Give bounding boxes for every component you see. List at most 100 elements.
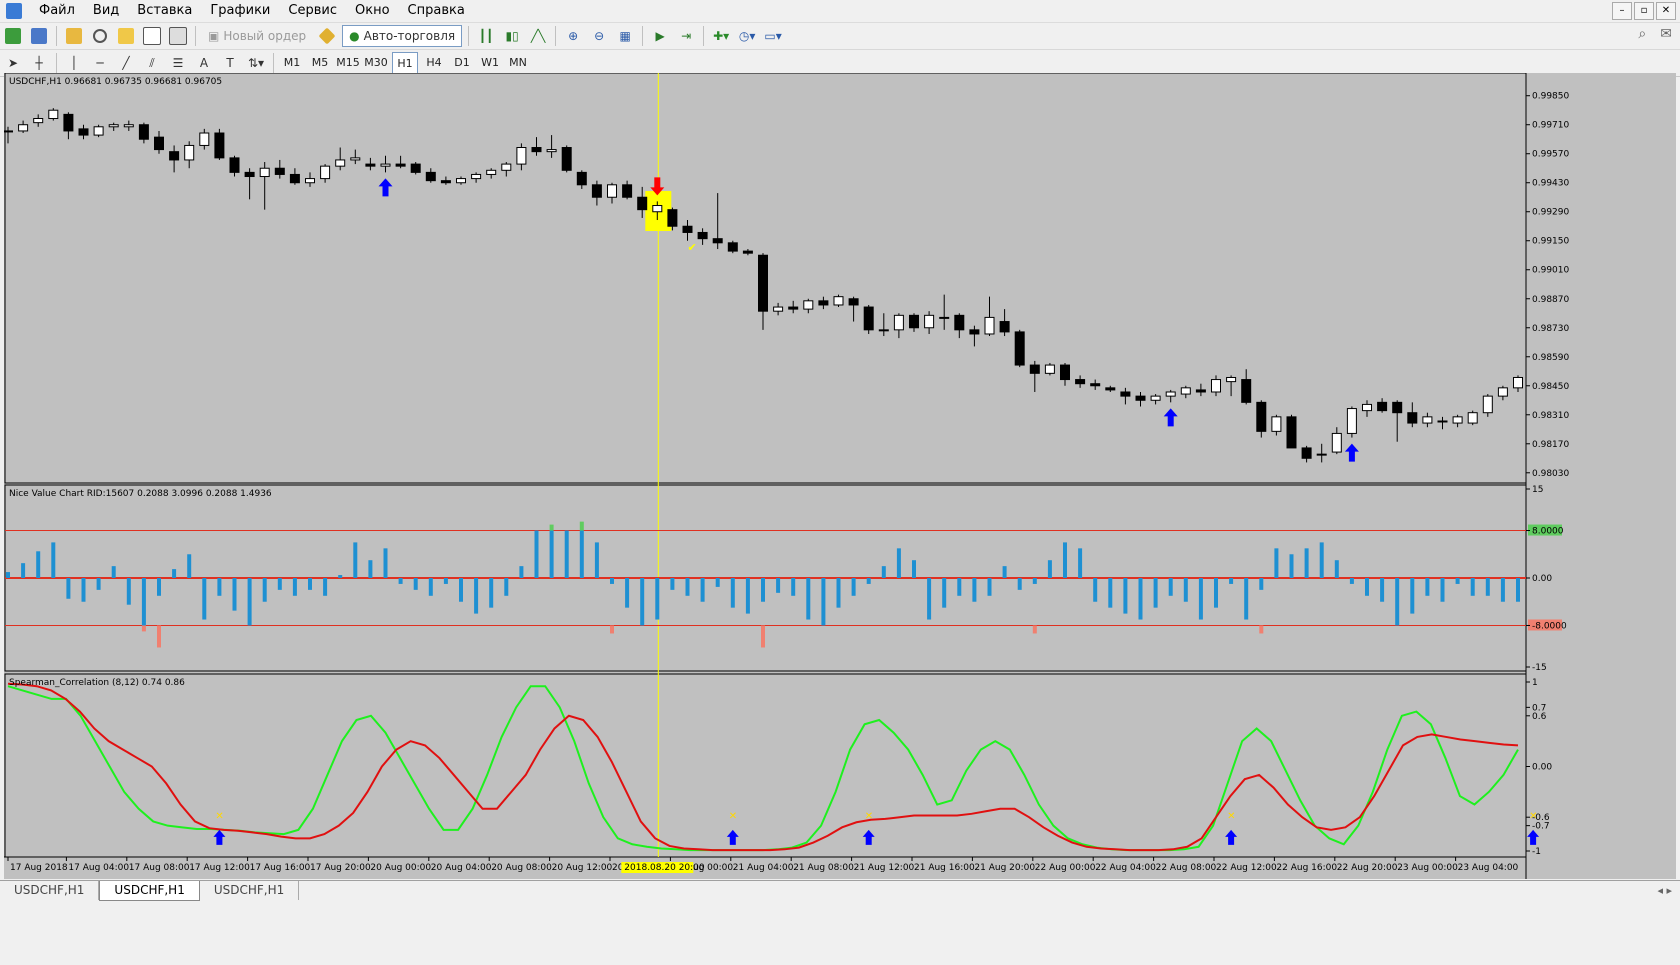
vertical-line-tool[interactable]: │ [63, 53, 85, 73]
timeframe-m15[interactable]: M15 [336, 52, 360, 72]
price-tick-label: 0.98450 [1532, 382, 1569, 392]
chart-background [4, 73, 1676, 879]
timeframe-m30[interactable]: M30 [364, 52, 388, 72]
chart-shift-button[interactable]: ⇥ [675, 26, 697, 46]
menu-item[interactable]: Вставка [128, 0, 201, 22]
tab-scroll-arrows[interactable]: ◂ ▸ [1657, 884, 1672, 897]
bar-chart-button[interactable]: ┃┃ [475, 26, 497, 46]
toolbar-separator [468, 26, 470, 46]
candle-body [1271, 416, 1282, 432]
data-window-button[interactable] [89, 26, 111, 46]
metaeditor-button[interactable] [316, 26, 338, 46]
menu-item[interactable]: Сервис [279, 0, 346, 22]
time-tick-label: 21 Aug 08:00 [793, 863, 854, 873]
chart-tab[interactable]: USDCHF,H1 [200, 881, 300, 900]
histogram-bar [126, 578, 131, 605]
profiles-icon [31, 28, 47, 44]
candle-body [1211, 379, 1221, 393]
histogram-bar-over [579, 521, 584, 531]
tile-windows-button[interactable]: ▦ [614, 26, 636, 46]
chart-window[interactable]: ✔ 0.99850 0.99710 0.99570 0.99430 0.99290 0.99… [4, 73, 1676, 879]
price-tick-label: 0.98730 [1532, 324, 1569, 334]
time-tick-label: 22 Aug 08:00 [1156, 863, 1217, 873]
auto-scroll-button[interactable]: ▶ [649, 26, 671, 46]
timeframe-m5[interactable]: M5 [308, 52, 332, 72]
timeframe-w1[interactable]: W1 [478, 52, 502, 72]
arrows-tool[interactable]: ⇅▾ [245, 53, 267, 73]
market-watch-button[interactable] [63, 26, 85, 46]
text-tool[interactable]: A [193, 53, 215, 73]
candle-body [289, 173, 300, 184]
chart-tab[interactable]: USDCHF,H1 [0, 881, 100, 900]
histogram-bar [896, 548, 901, 578]
timeframe-m1[interactable]: M1 [280, 52, 304, 72]
search-icon[interactable]: ⌕ [1638, 26, 1646, 42]
new-chart-button[interactable] [2, 26, 24, 46]
candle-body [108, 124, 119, 128]
autotrading-button[interactable]: ● Авто-торговля [342, 25, 463, 47]
label-tool[interactable]: T [219, 53, 241, 73]
app-icon [6, 3, 22, 19]
crosshair-tool[interactable]: ┼ [28, 53, 50, 73]
menu-item[interactable]: Графики [201, 0, 279, 22]
right-toolbar: ⌕ ✉ [1638, 26, 1672, 42]
histogram-bar [549, 530, 554, 578]
periods-button[interactable]: ◷▾ [736, 26, 758, 46]
templates-button[interactable]: ▭▾ [762, 26, 784, 46]
candle [1346, 406, 1357, 438]
timeframe-h4[interactable]: H4 [422, 52, 446, 72]
histogram-bar [1334, 560, 1339, 578]
chart-canvas[interactable]: ✔ 0.99850 0.99710 0.99570 0.99430 0.99290 0.99… [4, 73, 1676, 879]
histogram-bar [368, 560, 373, 578]
time-tick-label: 22 Aug 16:00 [1276, 863, 1337, 873]
templates-icon: ▭▾ [764, 29, 782, 43]
histogram-bar [262, 578, 267, 602]
histogram-bar [836, 578, 841, 608]
histogram-bar [1244, 578, 1249, 620]
fibonacci-tool[interactable]: ☰ [167, 53, 189, 73]
candle [863, 304, 874, 334]
histogram-bar [912, 560, 916, 578]
histogram-bar [428, 578, 433, 596]
close-button[interactable]: ✕ [1656, 2, 1676, 20]
trendline-tool[interactable]: ╱ [115, 53, 137, 73]
candlestick-button[interactable]: ▮▯ [501, 26, 523, 46]
timeframe-mn[interactable]: MN [506, 52, 530, 72]
line-chart-button[interactable]: ╱╲ [527, 26, 549, 46]
toolbar-separator [555, 26, 557, 46]
minimize-button[interactable]: – [1612, 2, 1632, 20]
timeframe-h1[interactable]: H1 [392, 52, 418, 74]
candle [410, 162, 421, 175]
histogram-bar [1274, 548, 1279, 578]
time-tick-label: 22 Aug 04:00 [1095, 863, 1156, 873]
histogram-bar [489, 578, 494, 608]
zoom-out-button[interactable]: ⊖ [588, 26, 610, 46]
cursor-tool[interactable]: ➤ [2, 53, 24, 73]
histogram-bar [1183, 578, 1188, 602]
terminal-button[interactable] [141, 26, 163, 46]
menu-item[interactable]: Вид [84, 0, 128, 22]
new-order-button[interactable]: ▣ Новый ордер [202, 26, 312, 46]
market-watch-icon [66, 28, 82, 44]
indicators-button[interactable]: ✚▾ [710, 26, 732, 46]
zoom-in-button[interactable]: ⊕ [562, 26, 584, 46]
chart-tab[interactable]: USDCHF,H1 [99, 881, 200, 901]
candle-body [1105, 387, 1116, 391]
candle-body [425, 171, 436, 182]
profiles-button[interactable] [28, 26, 50, 46]
histogram-bar [791, 578, 796, 596]
chat-icon[interactable]: ✉ [1660, 26, 1672, 42]
channel-tool[interactable]: ⫽ [141, 53, 163, 73]
menu-item[interactable]: Окно [346, 0, 399, 22]
restore-button[interactable]: ▫ [1634, 2, 1654, 20]
candle-body [697, 231, 708, 240]
navigator-button[interactable] [115, 26, 137, 46]
tester-button[interactable] [167, 26, 189, 46]
menu-item[interactable]: Справка [399, 0, 474, 22]
horizontal-line-tool[interactable]: ─ [89, 53, 111, 73]
menu-item[interactable]: Файл [30, 0, 84, 22]
histogram-bar [655, 578, 660, 620]
price-tick-label: 0.98170 [1532, 440, 1569, 450]
timeframe-d1[interactable]: D1 [450, 52, 474, 72]
spearman-tick-label: -0.7 [1532, 822, 1550, 832]
